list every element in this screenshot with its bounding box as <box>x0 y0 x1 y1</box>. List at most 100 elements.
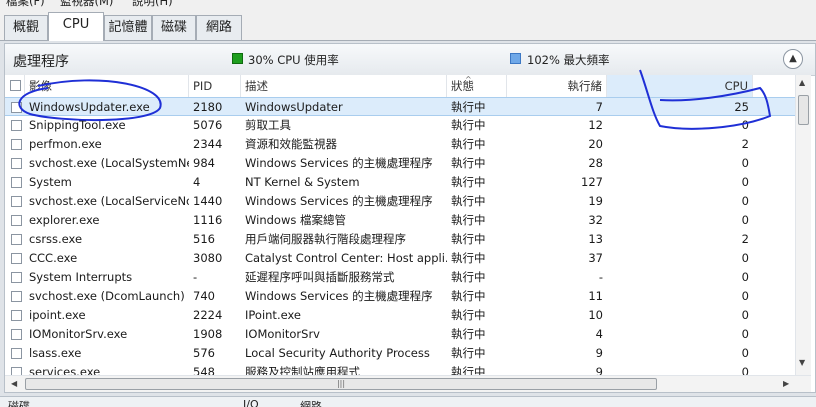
scroll-right-icon[interactable]: ▶ <box>783 379 789 388</box>
menu-file[interactable]: 檔案(F) <box>6 0 45 8</box>
process-cpu: 2 <box>741 232 749 246</box>
table-row[interactable]: WindowsUpdater.exe 2180 WindowsUpdater 執行中 7… <box>5 97 795 116</box>
row-checkbox[interactable] <box>11 139 22 150</box>
process-status: 執行中 <box>451 346 486 360</box>
process-image-name: lsass.exe <box>29 346 82 360</box>
process-cpu: 0 <box>741 175 749 189</box>
table-row[interactable]: SnippingTool.exe 5076 剪取工具 執行中 12 0 <box>5 116 795 135</box>
process-cpu: 0 <box>741 213 749 227</box>
column-header-image[interactable]: 影像 <box>25 75 189 97</box>
process-pid: 2344 <box>193 137 223 151</box>
row-checkbox[interactable] <box>11 158 22 169</box>
horizontal-scroll-thumb[interactable]: ||| <box>25 378 657 390</box>
row-checkbox[interactable] <box>11 310 22 321</box>
tab-network[interactable]: 網路 <box>196 15 242 40</box>
select-all-checkbox[interactable] <box>10 80 21 91</box>
max-frequency-swatch <box>510 53 521 64</box>
table-row[interactable]: svchost.exe (DcomLaunch) 740 Windows Servi… <box>5 287 795 306</box>
row-checkbox[interactable] <box>11 329 22 340</box>
process-pid: 3080 <box>193 251 223 265</box>
process-description: 剪取工具 <box>245 118 291 132</box>
process-description: IPoint.exe <box>245 308 302 322</box>
process-image-name: svchost.exe (LocalServiceNo... <box>29 194 189 208</box>
process-description: WindowsUpdater <box>245 100 343 114</box>
process-table: 影像 PID 描述 狀態 ^ 執行緒 CPU WindowsUpdater.ex… <box>5 75 795 375</box>
table-row[interactable]: CCC.exe 3080 Catalyst Control Center: Host… <box>5 249 795 268</box>
menu-bar: 檔案(F) 監視器(M) 說明(H) <box>0 0 816 8</box>
process-pid: 984 <box>193 156 215 170</box>
process-threads: 7 <box>595 100 603 114</box>
table-row[interactable]: IOMonitorSrv.exe 1908 IOMonitorSrv 執行中 4 0 <box>5 325 795 344</box>
tab-memory[interactable]: 記憶體 <box>104 15 152 40</box>
process-threads: 13 <box>588 232 603 246</box>
process-cpu: 0 <box>741 156 749 170</box>
vertical-scrollbar[interactable]: ▲ ▼ <box>795 75 811 375</box>
process-cpu: 0 <box>741 346 749 360</box>
table-row[interactable]: System Interrupts - 延遲程序呼叫與插斷服務常式 執行中 - 0 <box>5 268 795 287</box>
header-select-all[interactable] <box>5 75 25 97</box>
table-row[interactable]: svchost.exe (LocalSystemNe... 984 Windows … <box>5 154 795 173</box>
column-header-status[interactable]: 狀態 <box>447 75 507 97</box>
table-row[interactable]: System 4 NT Kernel & System 執行中 127 0 <box>5 173 795 192</box>
tab-disk[interactable]: 磁碟 <box>152 15 196 40</box>
row-checkbox[interactable] <box>11 196 22 207</box>
row-checkbox[interactable] <box>11 272 22 283</box>
process-description: 服務及控制站應用程式 <box>245 365 360 375</box>
process-threads: 9 <box>595 365 603 375</box>
row-checkbox[interactable] <box>11 215 22 226</box>
table-row[interactable]: csrss.exe 516 用戶端伺服器執行階段處理程序 執行中 13 2 <box>5 230 795 249</box>
process-status: 執行中 <box>451 213 486 227</box>
process-cpu: 0 <box>741 365 749 375</box>
process-description: Local Security Authority Process <box>245 346 430 360</box>
process-threads: 10 <box>588 308 603 322</box>
scroll-up-icon[interactable]: ▲ <box>799 78 805 87</box>
process-description: Windows Services 的主機處理程序 <box>245 156 433 170</box>
table-row[interactable]: lsass.exe 576 Local Security Authority Pro… <box>5 344 795 363</box>
column-header-pid[interactable]: PID <box>189 75 241 97</box>
column-header-description[interactable]: 描述 <box>241 75 447 97</box>
disk-section-header[interactable]: 磁碟 I/O 網路 <box>0 396 816 407</box>
process-description: NT Kernel & System <box>245 175 360 189</box>
process-image-name: System <box>29 175 72 189</box>
row-checkbox[interactable] <box>11 348 22 359</box>
table-row[interactable]: svchost.exe (LocalServiceNo... 1440 Window… <box>5 192 795 211</box>
vertical-scroll-thumb[interactable] <box>798 95 809 125</box>
table-row[interactable]: ipoint.exe 2224 IPoint.exe 執行中 10 0 <box>5 306 795 325</box>
row-checkbox[interactable] <box>11 102 22 113</box>
process-threads: 127 <box>581 175 603 189</box>
process-threads: 32 <box>588 213 603 227</box>
column-header-threads[interactable]: 執行緒 <box>507 75 607 97</box>
table-row[interactable]: services.exe 548 服務及控制站應用程式 執行中 9 0 <box>5 363 795 375</box>
tab-overview[interactable]: 概觀 <box>4 15 48 40</box>
process-cpu: 25 <box>734 100 749 114</box>
process-image-name: svchost.exe (LocalSystemNe... <box>29 156 189 170</box>
table-header: 影像 PID 描述 狀態 ^ 執行緒 CPU <box>5 75 795 98</box>
table-row[interactable]: perfmon.exe 2344 資源和效能監視器 執行中 20 2 <box>5 135 795 154</box>
process-cpu: 0 <box>741 270 749 284</box>
scroll-left-icon[interactable]: ◀ <box>11 379 17 388</box>
row-checkbox[interactable] <box>11 367 22 375</box>
process-threads: 28 <box>588 156 603 170</box>
row-checkbox[interactable] <box>11 253 22 264</box>
horizontal-scrollbar[interactable]: ◀ ||| ▶ <box>5 375 811 392</box>
panel-header[interactable]: 處理程序 30% CPU 使用率 102% 最大頻率 ▲ <box>5 44 815 76</box>
collapse-button[interactable]: ▲ <box>783 49 803 69</box>
process-status: 執行中 <box>451 175 486 189</box>
table-row[interactable]: explorer.exe 1116 Windows 檔案總管 執行中 32 0 <box>5 211 795 230</box>
process-pid: 740 <box>193 289 215 303</box>
column-header-cpu[interactable]: CPU <box>607 75 753 97</box>
menu-monitor[interactable]: 監視器(M) <box>60 0 113 8</box>
scroll-down-icon[interactable]: ▼ <box>799 358 805 367</box>
process-cpu: 0 <box>741 251 749 265</box>
row-checkbox[interactable] <box>11 120 22 131</box>
process-description: Windows Services 的主機處理程序 <box>245 289 433 303</box>
tab-cpu[interactable]: CPU <box>48 12 104 41</box>
process-image-name: WindowsUpdater.exe <box>29 100 150 114</box>
process-image-name: svchost.exe (DcomLaunch) <box>29 289 185 303</box>
row-checkbox[interactable] <box>11 291 22 302</box>
row-checkbox[interactable] <box>11 234 22 245</box>
row-checkbox[interactable] <box>11 177 22 188</box>
process-cpu: 0 <box>741 327 749 341</box>
menu-help[interactable]: 說明(H) <box>132 0 173 8</box>
process-status: 執行中 <box>451 232 486 246</box>
